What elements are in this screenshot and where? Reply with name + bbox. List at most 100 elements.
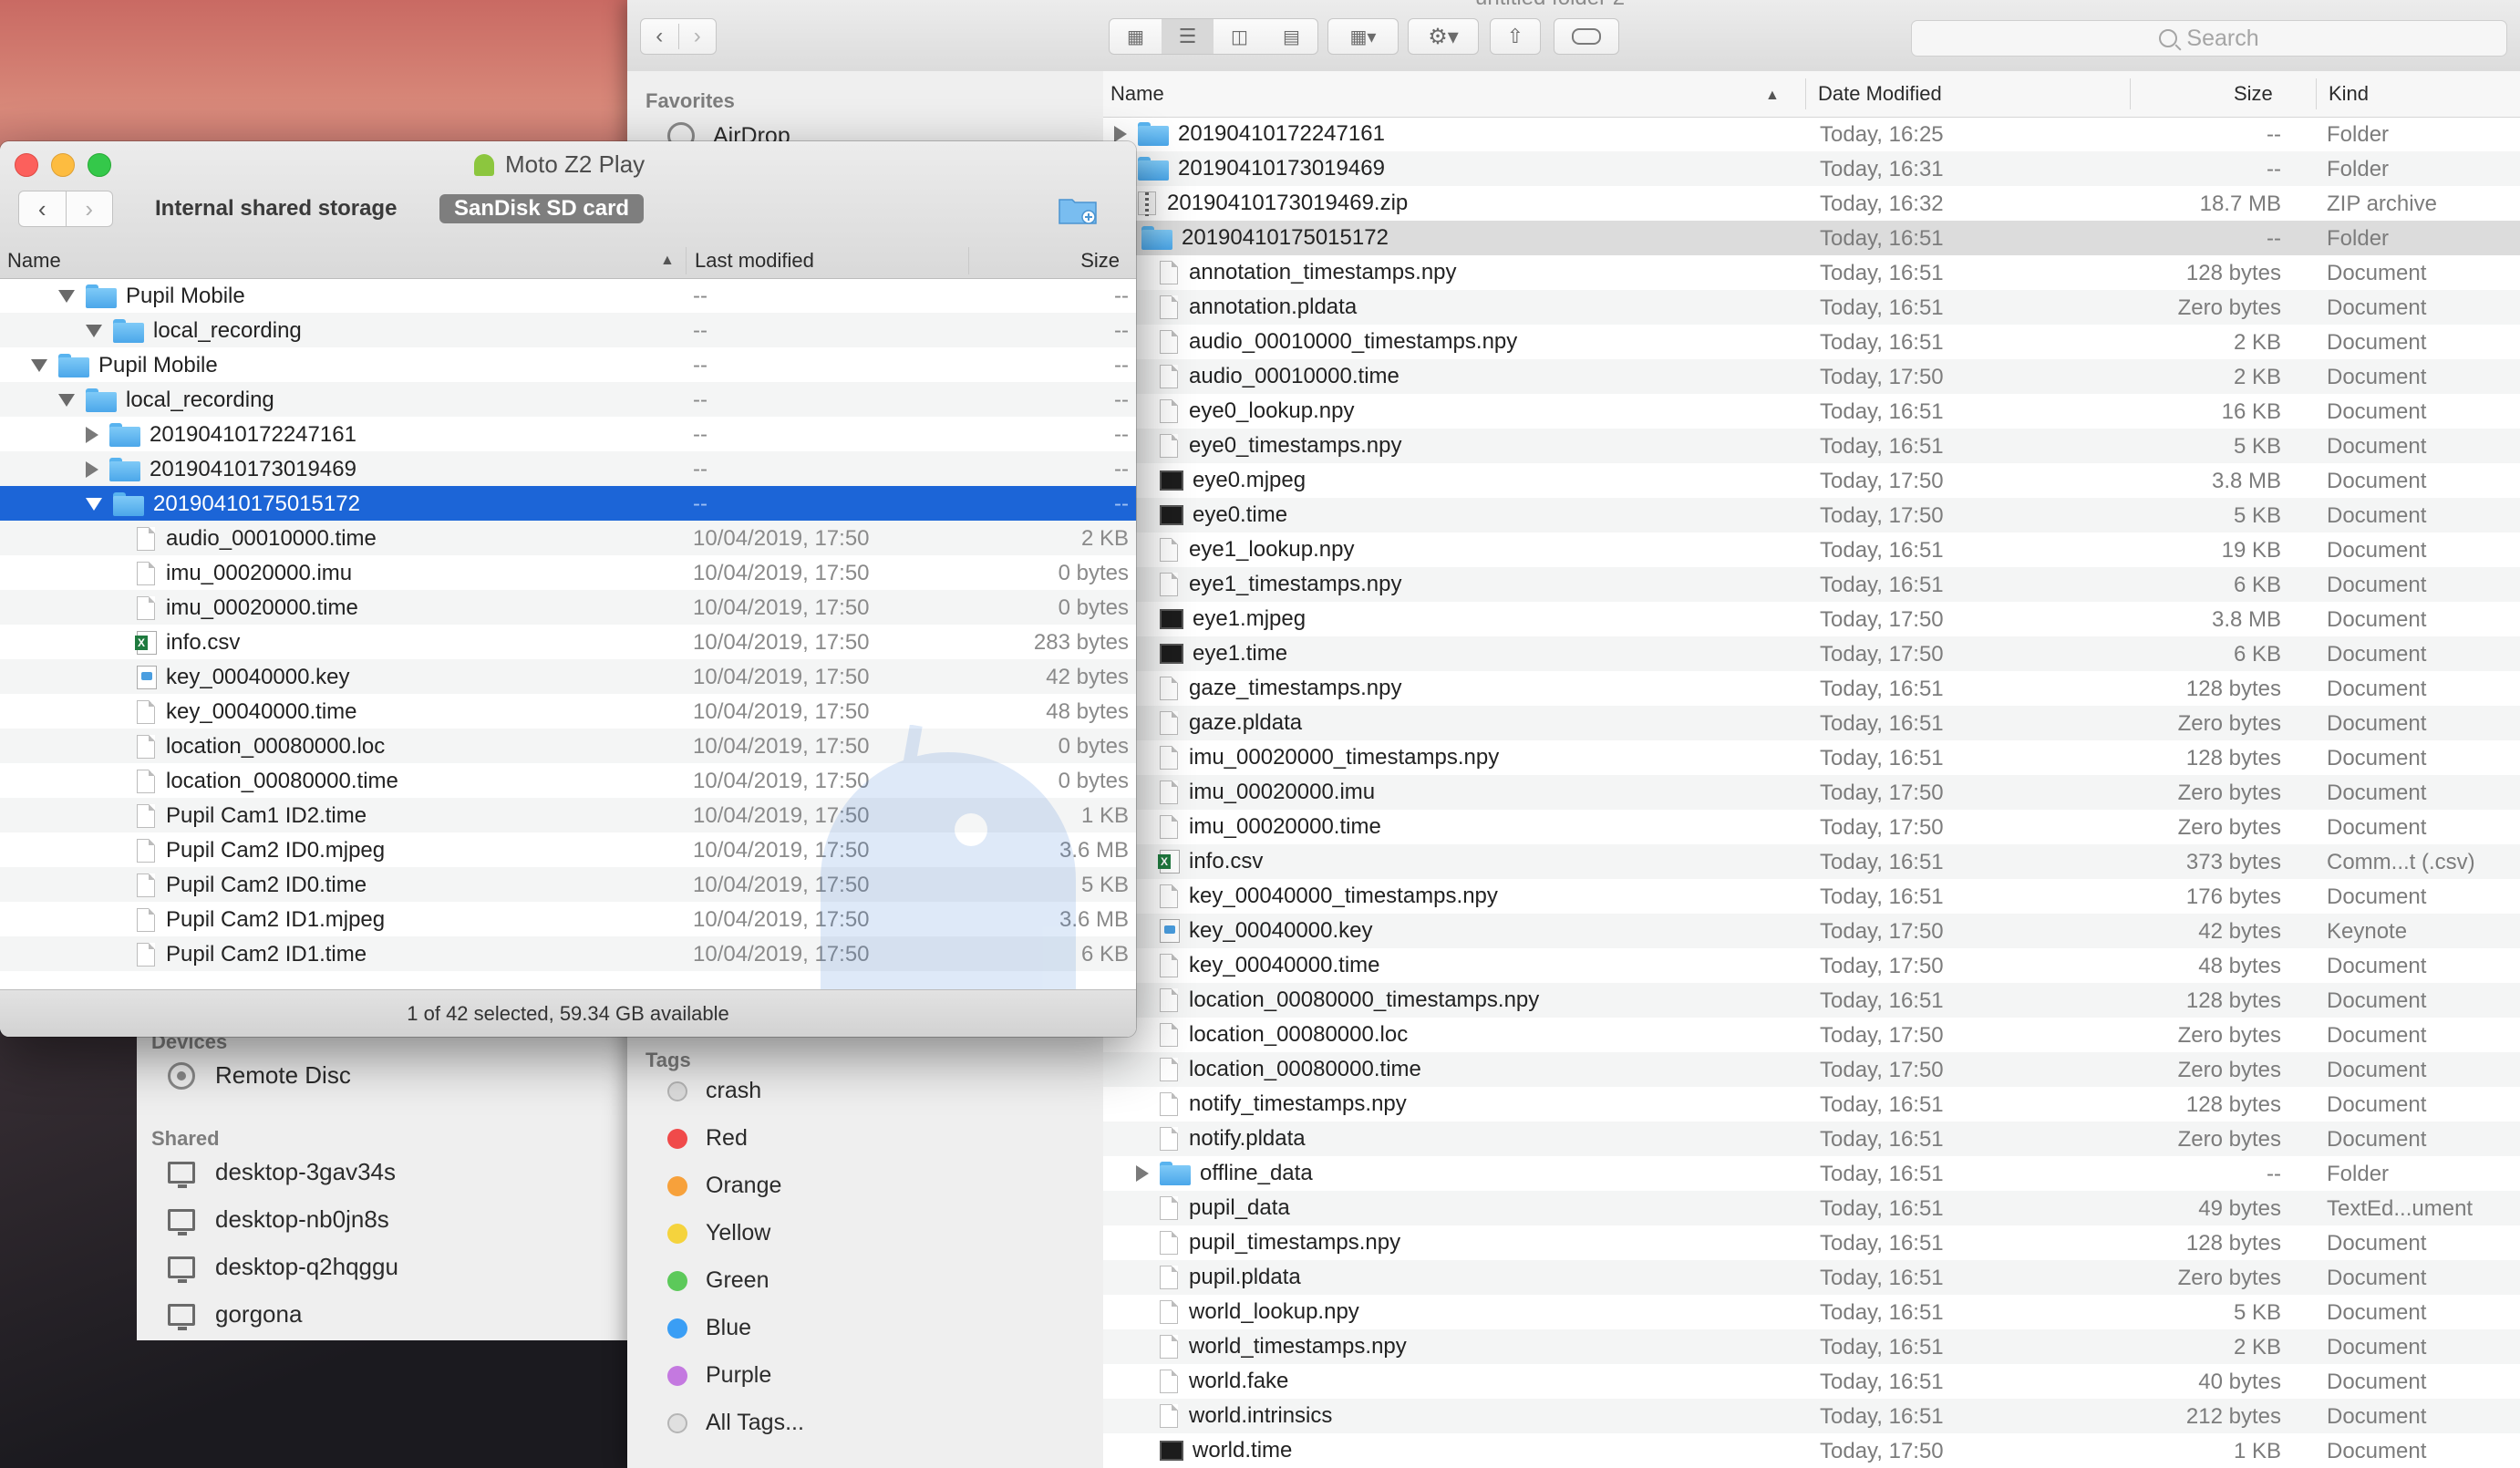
disclosure-open-icon[interactable]: [58, 290, 75, 303]
aft-file-row[interactable]: imu_00020000.time 10/04/2019, 17:50 0 byte…: [0, 590, 1136, 625]
zoom-button[interactable]: [88, 153, 111, 177]
disclosure-open-icon[interactable]: [86, 498, 102, 511]
sidebar-item-remote-disc[interactable]: Remote Disc: [168, 1061, 351, 1090]
file-row[interactable]: key_00040000_timestamps.npy Today, 16:51 1…: [1103, 879, 2520, 914]
file-row[interactable]: notify.pldata Today, 16:51 Zero bytes Docum…: [1103, 1122, 2520, 1156]
column-header-size[interactable]: Size: [2234, 82, 2273, 106]
aft-file-row[interactable]: 20190410175015172 -- --: [0, 486, 1136, 521]
file-row[interactable]: imu_00020000_timestamps.npy Today, 16:51 1…: [1103, 740, 2520, 775]
aft-file-row[interactable]: audio_00010000.time 10/04/2019, 17:50 2 KB: [0, 521, 1136, 555]
aft-file-row[interactable]: Pupil Cam2 ID0.time 10/04/2019, 17:50 5 KB: [0, 867, 1136, 902]
action-button[interactable]: ⚙▾: [1408, 18, 1479, 55]
disclosure-open-icon[interactable]: [31, 359, 47, 372]
aft-file-row[interactable]: Pupil Cam2 ID0.mjpeg 10/04/2019, 17:50 3.6…: [0, 832, 1136, 867]
forward-button[interactable]: ›: [65, 191, 113, 226]
sidebar-tag-item[interactable]: Blue: [667, 1315, 751, 1341]
file-row[interactable]: 20190410173019469 Today, 16:31 -- Folder: [1103, 151, 2520, 186]
file-row[interactable]: world.intrinsics Today, 16:51 212 bytes Doc…: [1103, 1399, 2520, 1433]
search-input[interactable]: Search: [1911, 20, 2507, 57]
file-row[interactable]: pupil.pldata Today, 16:51 Zero bytes Docume…: [1103, 1260, 2520, 1295]
sidebar-tag-item[interactable]: All Tags...: [667, 1410, 804, 1436]
file-row[interactable]: eye0_lookup.npy Today, 16:51 16 KB Document: [1103, 394, 2520, 429]
sidebar-tag-item[interactable]: crash: [667, 1078, 761, 1104]
file-row[interactable]: world_timestamps.npy Today, 16:51 2 KB Docu…: [1103, 1329, 2520, 1364]
file-row[interactable]: annotation_timestamps.npy Today, 16:51 128…: [1103, 255, 2520, 290]
sidebar-item-host[interactable]: desktop-nb0jn8s: [168, 1205, 389, 1235]
file-row[interactable]: key_00040000.time Today, 17:50 48 bytes Doc…: [1103, 948, 2520, 983]
file-row[interactable]: eye0.time Today, 17:50 5 KB Document: [1103, 498, 2520, 532]
disclosure-open-icon[interactable]: [58, 394, 75, 407]
tags-button[interactable]: [1554, 18, 1619, 55]
sidebar-tag-item[interactable]: Orange: [667, 1173, 781, 1199]
column-header-size[interactable]: Size: [1080, 249, 1120, 273]
disclosure-closed-icon[interactable]: [86, 427, 98, 443]
aft-file-row[interactable]: location_00080000.time 10/04/2019, 17:50 0…: [0, 763, 1136, 798]
file-row[interactable]: eye0.mjpeg Today, 17:50 3.8 MB Document: [1103, 463, 2520, 498]
column-header-date[interactable]: Date Modified: [1818, 82, 1942, 106]
file-row[interactable]: eye0_timestamps.npy Today, 16:51 5 KB Docum…: [1103, 429, 2520, 463]
aft-file-row[interactable]: key_00040000.key 10/04/2019, 17:50 42 byte…: [0, 659, 1136, 694]
aft-file-row[interactable]: Pupil Mobile -- --: [0, 278, 1136, 313]
file-row[interactable]: eye1.time Today, 17:50 6 KB Document: [1103, 636, 2520, 671]
sidebar-tag-item[interactable]: Green: [667, 1267, 769, 1294]
new-folder-icon[interactable]: [1058, 194, 1098, 225]
disclosure-closed-icon[interactable]: [86, 461, 98, 478]
column-header-name[interactable]: Name: [7, 249, 61, 273]
aft-file-row[interactable]: Pupil Cam2 ID1.time 10/04/2019, 17:50 6 KB: [0, 936, 1136, 971]
file-row[interactable]: eye1.mjpeg Today, 17:50 3.8 MB Document: [1103, 602, 2520, 636]
file-row[interactable]: location_00080000.loc Today, 17:50 Zero by…: [1103, 1018, 2520, 1052]
forward-button[interactable]: ›: [677, 24, 717, 49]
file-row[interactable]: audio_00010000_timestamps.npy Today, 16:5…: [1103, 325, 2520, 359]
aft-file-row[interactable]: local_recording -- --: [0, 382, 1136, 417]
file-row[interactable]: 20190410172247161 Today, 16:25 -- Folder: [1103, 117, 2520, 151]
disclosure-open-icon[interactable]: [86, 325, 102, 337]
aft-file-row[interactable]: Pupil Cam2 ID1.mjpeg 10/04/2019, 17:50 3.6…: [0, 902, 1136, 936]
share-button[interactable]: ⇧: [1490, 18, 1541, 55]
column-header-date[interactable]: Last modified: [695, 249, 814, 273]
file-row[interactable]: imu_00020000.imu Today, 17:50 Zero bytes Do…: [1103, 775, 2520, 810]
file-row[interactable]: audio_00010000.time Today, 17:50 2 KB Docum…: [1103, 359, 2520, 394]
file-row[interactable]: location_00080000.time Today, 17:50 Zero b…: [1103, 1052, 2520, 1087]
aft-file-row[interactable]: Pupil Cam1 ID2.time 10/04/2019, 17:50 1 KB: [0, 798, 1136, 832]
file-row[interactable]: world.time Today, 17:50 1 KB Document: [1103, 1433, 2520, 1468]
aft-file-row[interactable]: 20190410172247161 -- --: [0, 417, 1136, 451]
file-row[interactable]: 20190410175015172 Today, 16:51 -- Folder: [1103, 221, 2520, 255]
storage-tab-sd[interactable]: SanDisk SD card: [439, 194, 645, 223]
file-row[interactable]: offline_data Today, 16:51 -- Folder: [1103, 1156, 2520, 1191]
file-row[interactable]: 20190410173019469.zip Today, 16:32 18.7 MB…: [1103, 186, 2520, 221]
close-button[interactable]: [15, 153, 38, 177]
file-row[interactable]: eye1_timestamps.npy Today, 16:51 6 KB Docum…: [1103, 567, 2520, 602]
column-header-name[interactable]: Name: [1110, 82, 1164, 106]
aft-file-row[interactable]: Pupil Mobile -- --: [0, 347, 1136, 382]
aft-file-row[interactable]: 20190410173019469 -- --: [0, 451, 1136, 486]
file-row[interactable]: pupil_data Today, 16:51 49 bytes TextEd...u…: [1103, 1191, 2520, 1225]
sidebar-tag-item[interactable]: Purple: [667, 1362, 771, 1389]
list-view-button[interactable]: ☰: [1162, 19, 1214, 54]
file-row[interactable]: annotation.pldata Today, 16:51 Zero bytes D…: [1103, 290, 2520, 325]
file-row[interactable]: eye1_lookup.npy Today, 16:51 19 KB Document: [1103, 532, 2520, 567]
file-row[interactable]: world_lookup.npy Today, 16:51 5 KB Document: [1103, 1295, 2520, 1329]
sidebar-tag-item[interactable]: Red: [667, 1125, 748, 1152]
aft-file-row[interactable]: key_00040000.time 10/04/2019, 17:50 48 byt…: [0, 694, 1136, 729]
storage-tab-internal[interactable]: Internal shared storage: [155, 196, 397, 222]
sidebar-item-host[interactable]: gorgona: [168, 1300, 302, 1330]
icon-view-button[interactable]: ▦: [1110, 26, 1162, 48]
file-row[interactable]: pupil_timestamps.npy Today, 16:51 128 byte…: [1103, 1225, 2520, 1260]
file-row[interactable]: world.fake Today, 16:51 40 bytes Document: [1103, 1364, 2520, 1399]
minimize-button[interactable]: [51, 153, 75, 177]
disclosure-closed-icon[interactable]: [1136, 1165, 1149, 1182]
aft-file-row[interactable]: imu_00020000.imu 10/04/2019, 17:50 0 bytes: [0, 555, 1136, 590]
column-header-kind[interactable]: Kind: [2329, 82, 2369, 106]
file-row[interactable]: imu_00020000.time Today, 17:50 Zero bytes D…: [1103, 810, 2520, 844]
sidebar-tag-item[interactable]: Yellow: [667, 1220, 770, 1246]
sidebar-item-host[interactable]: desktop-3gav34s: [168, 1158, 396, 1188]
file-row[interactable]: notify_timestamps.npy Today, 16:51 128 byt…: [1103, 1087, 2520, 1122]
sidebar-item-host[interactable]: desktop-q2hqggu: [168, 1253, 398, 1283]
file-row[interactable]: location_00080000_timestamps.npy Today, 1…: [1103, 983, 2520, 1018]
group-by-button[interactable]: ▦▾: [1327, 18, 1399, 55]
aft-file-row[interactable]: location_00080000.loc 10/04/2019, 17:50 0 …: [0, 729, 1136, 763]
file-row[interactable]: key_00040000.key Today, 17:50 42 bytes Keyn…: [1103, 914, 2520, 948]
aft-file-row[interactable]: info.csv 10/04/2019, 17:50 283 bytes: [0, 625, 1136, 659]
aft-file-row[interactable]: local_recording -- --: [0, 313, 1136, 347]
column-view-button[interactable]: ◫: [1214, 26, 1265, 48]
